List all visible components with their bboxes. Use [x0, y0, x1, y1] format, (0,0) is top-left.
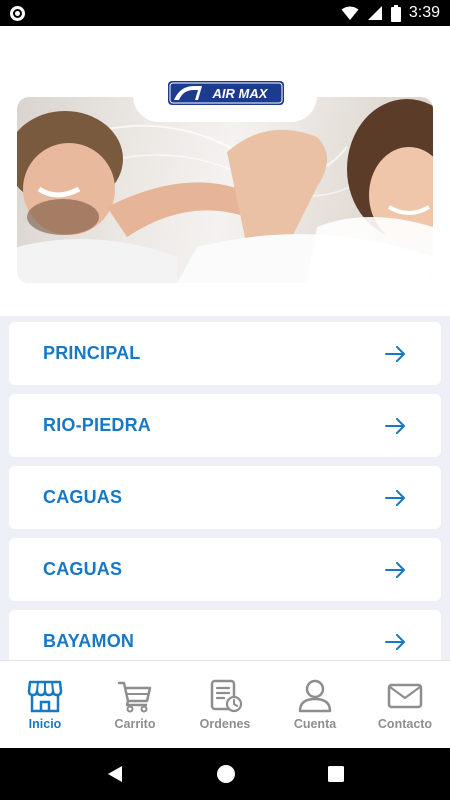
branch-item-caguas-2[interactable]: CAGUAS — [9, 538, 441, 601]
wifi-icon — [341, 6, 359, 20]
branch-label: BAYAMON — [43, 631, 135, 651]
battery-icon — [390, 4, 401, 22]
arrow-right-icon — [385, 345, 405, 362]
arrow-right-icon — [385, 633, 405, 650]
signal-icon — [367, 6, 382, 20]
nav-label: Ordenes — [199, 717, 251, 731]
branch-label: CAGUAS — [43, 487, 123, 507]
mail-icon — [387, 683, 423, 709]
nav-item-inicio[interactable]: Inicio — [0, 661, 90, 748]
header: AIR MAX — [0, 26, 450, 316]
banner-image[interactable] — [17, 97, 433, 283]
branch-item-bayamon[interactable]: BAYAMON — [9, 610, 441, 660]
home-icon[interactable] — [216, 764, 236, 784]
status-time: 3:39 — [408, 4, 440, 21]
arrow-right-icon — [385, 561, 405, 578]
branch-label: RIO-PIEDRA — [43, 415, 152, 435]
branch-label: PRINCIPAL — [43, 343, 141, 363]
branch-label: CAGUAS — [43, 559, 123, 579]
recents-icon[interactable] — [328, 766, 344, 782]
bottom-nav: Inicio Carrito Ordenes Cuenta Contacto — [0, 660, 450, 748]
svg-text:AIR MAX: AIR MAX — [212, 86, 269, 101]
nav-item-contacto[interactable]: Contacto — [360, 661, 450, 748]
nav-item-cuenta[interactable]: Cuenta — [270, 661, 360, 748]
nav-label: Carrito — [114, 717, 156, 731]
android-nav-bar — [0, 748, 450, 800]
back-icon[interactable] — [106, 765, 124, 783]
nav-item-ordenes[interactable]: Ordenes — [180, 661, 270, 748]
orders-icon — [210, 679, 243, 713]
branch-list: PRINCIPAL RIO-PIEDRA CAGUAS CAGUAS BAYAM… — [0, 316, 450, 660]
store-icon — [27, 680, 63, 713]
nav-label: Inicio — [28, 717, 62, 731]
cart-icon — [117, 681, 152, 713]
nav-label: Contacto — [377, 717, 433, 731]
screen-record-icon — [10, 5, 25, 21]
status-bar: 3:39 — [0, 0, 450, 26]
arrow-right-icon — [385, 489, 405, 506]
nav-label: Cuenta — [293, 717, 337, 731]
branch-item-caguas[interactable]: CAGUAS — [9, 466, 441, 529]
nav-item-carrito[interactable]: Carrito — [90, 661, 180, 748]
account-icon — [298, 679, 332, 713]
airmax-logo: AIR MAX — [168, 81, 284, 105]
arrow-right-icon — [385, 417, 405, 434]
branch-item-rio-piedra[interactable]: RIO-PIEDRA — [9, 394, 441, 457]
branch-item-principal[interactable]: PRINCIPAL — [9, 322, 441, 385]
